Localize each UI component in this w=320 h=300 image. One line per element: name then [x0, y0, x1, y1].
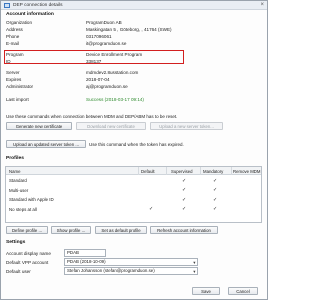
table-row[interactable]: Multi-user ✓ ✓	[6, 186, 261, 195]
table-row[interactable]: Standard with Apple ID ✓ ✓	[6, 195, 261, 204]
upload-token-button[interactable]: Upload a new server token...	[150, 122, 223, 130]
table-row[interactable]: No steps at all ✓ ✓ ✓	[6, 205, 261, 214]
generate-certificate-button[interactable]: Generate new certificate	[6, 122, 72, 130]
account-label: Last import	[6, 97, 29, 102]
account-value: it@programduon.se	[86, 41, 127, 46]
upload-updated-token-button[interactable]: Upload an updated server token ...	[6, 140, 86, 148]
chevron-down-icon: ▾	[193, 259, 196, 265]
account-value: ProgramDuon AB	[86, 20, 122, 25]
account-label: Address	[6, 27, 23, 32]
cert-note: Use these commands when connection betwe…	[6, 114, 178, 119]
cancel-button[interactable]: Cancel	[228, 287, 258, 295]
app-icon	[4, 3, 10, 8]
display-name-label: Account display name	[6, 251, 51, 256]
table-row[interactable]: Standard ✓ ✓	[6, 176, 261, 185]
check-icon: ✓	[149, 206, 154, 212]
check-icon: ✓	[182, 196, 187, 203]
check-icon: ✓	[182, 187, 187, 193]
account-label: Administrator	[6, 84, 34, 89]
col-default[interactable]: Default	[141, 169, 155, 174]
vpp-value: PDAB (2018-10-09)	[67, 259, 106, 265]
show-profile-button[interactable]: Show profile ...	[51, 226, 91, 234]
profile-name: Standard with Apple ID	[9, 197, 54, 202]
check-icon: ✓	[213, 196, 218, 203]
title-bar: DEP connection details ×	[1, 1, 267, 10]
set-default-profile-button[interactable]: Set as default profile	[95, 226, 147, 234]
display-name-field[interactable]: PDAB	[64, 249, 106, 257]
account-value: Success (2018-03-17 09:14)	[86, 97, 144, 102]
col-name[interactable]: Name	[9, 169, 20, 174]
account-value: 2018-07-04	[86, 77, 110, 82]
download-certificate-button[interactable]: Download new certificate	[76, 122, 146, 130]
check-icon: ✓	[213, 206, 218, 212]
profiles-table: Name Default Supervised Mandatory Remove…	[5, 166, 262, 223]
account-label: Phone	[6, 34, 20, 39]
save-button[interactable]: Save	[192, 287, 220, 295]
close-icon[interactable]: ×	[260, 2, 264, 9]
profiles-heading: Profiles	[6, 156, 24, 161]
default-user-select[interactable]: Stefan Johansson (stefan@programduon.se)…	[64, 267, 198, 275]
account-label: E-mail	[6, 41, 20, 46]
vpp-account-select[interactable]: PDAB (2018-10-09) ▾	[64, 258, 198, 266]
highlight-box	[4, 50, 184, 64]
account-value: aj@programduon.se	[86, 84, 128, 89]
check-icon: ✓	[213, 177, 218, 184]
define-profile-button[interactable]: Define profile ...	[6, 226, 48, 234]
account-heading: Account information	[6, 12, 54, 17]
profile-name: Standard	[9, 178, 27, 183]
profile-name: No steps at all	[9, 206, 37, 212]
account-label: Expires	[6, 77, 22, 82]
table-header: Name Default Supervised Mandatory Remove…	[6, 167, 261, 175]
account-label: Organization	[6, 20, 33, 25]
chevron-down-icon: ▾	[193, 268, 196, 274]
account-value: Maskingatan 5 , Göteborg, , 41764 (SWE)	[86, 27, 172, 32]
account-value: 0317096061	[86, 34, 112, 39]
col-mandatory[interactable]: Mandatory	[203, 169, 223, 174]
window-title: DEP connection details	[13, 2, 63, 8]
check-icon: ✓	[182, 177, 187, 184]
user-value: Stefan Johansson (stefan@programduon.se)	[67, 268, 155, 274]
settings-heading: Settings	[6, 240, 26, 245]
profile-name: Multi-user	[9, 187, 29, 193]
user-label: Default user	[6, 269, 31, 274]
account-label: Server	[6, 70, 20, 75]
vpp-label: Default VPP account	[6, 260, 49, 265]
account-value: mdmdev2.8usstation.com	[86, 70, 139, 75]
check-icon: ✓	[213, 187, 218, 193]
col-remove-mdm[interactable]: Remove MDM	[233, 169, 260, 174]
token-note: Use this command when the token has expi…	[89, 141, 184, 147]
check-icon: ✓	[182, 206, 187, 212]
col-supervised[interactable]: Supervised	[171, 169, 193, 174]
refresh-account-button[interactable]: Refresh account information	[150, 226, 218, 234]
